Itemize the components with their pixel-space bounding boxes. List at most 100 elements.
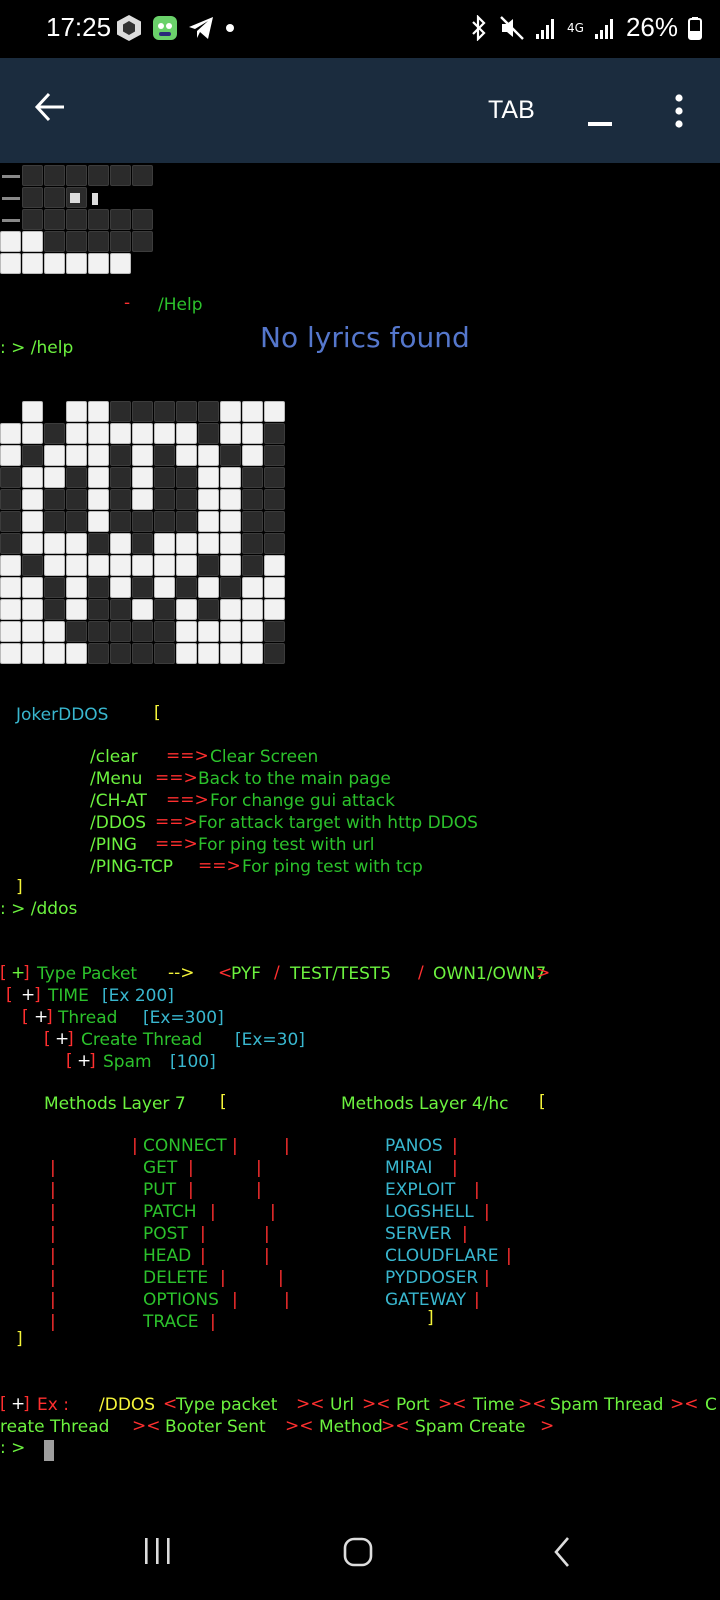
art-block: [176, 489, 197, 510]
art-block: [44, 621, 65, 642]
art-block: [132, 643, 153, 664]
art-block: [66, 445, 87, 466]
back-nav-icon[interactable]: [552, 1536, 572, 1568]
table-pipe: |: [256, 1180, 262, 1200]
method-l7-item: GET: [143, 1158, 178, 1178]
example-arg-booter-sent: Booter Sent: [165, 1417, 266, 1437]
method-l4-item: PANOS: [385, 1136, 443, 1156]
signal-icon: [536, 18, 555, 39]
method-l4-item: EXPLOIT: [385, 1180, 456, 1200]
art-block: [66, 621, 87, 642]
table-pipe: |: [452, 1158, 458, 1178]
art-block: [242, 423, 263, 444]
table-pipe: |: [474, 1290, 480, 1310]
art-block: [220, 555, 241, 576]
command-arrow: ==>: [166, 790, 209, 810]
bluetooth-icon: [472, 14, 486, 41]
art-block: [66, 401, 87, 422]
table-pipe: |: [200, 1224, 206, 1244]
art-block: [198, 511, 219, 532]
art-block: [132, 577, 153, 598]
terminal-output[interactable]: - /Help No lyrics found : > /help JokerD…: [0, 163, 720, 1508]
method-l7-item: CONNECT: [143, 1136, 227, 1156]
art-block: [132, 533, 153, 554]
table-pipe: |: [188, 1158, 194, 1178]
art-block: [88, 533, 109, 554]
command-description: For attack target with http DDOS: [198, 813, 478, 833]
minimize-button[interactable]: [588, 122, 612, 126]
navigation-bar: [0, 1508, 720, 1600]
command-description: For ping test with tcp: [242, 857, 423, 877]
art-block: [264, 489, 285, 510]
more-options-icon[interactable]: [674, 94, 684, 128]
art-block: [22, 577, 43, 598]
art-block: [242, 577, 263, 598]
table-pipe: |: [200, 1246, 206, 1266]
art-block: [132, 467, 153, 488]
text-cursor[interactable]: [44, 1440, 54, 1461]
example-arg-spam-create: Spam Create: [415, 1417, 526, 1437]
help-hint-dash: -: [124, 293, 131, 313]
art-block: [0, 533, 21, 554]
art-block: [264, 467, 285, 488]
back-arrow-icon[interactable]: [34, 92, 66, 122]
art-block: [0, 489, 21, 510]
methods-layer4-title: Methods Layer 4/hc: [341, 1094, 509, 1114]
example-arg-create-thread-b: reate Thread: [0, 1417, 110, 1437]
bracket-open-2: [: [220, 1092, 227, 1112]
type-packet-arrow: -->: [168, 963, 195, 983]
table-pipe: |: [232, 1290, 238, 1310]
dot-icon: [226, 24, 234, 32]
type-packet-opt3: OWN1/OWN7: [433, 964, 547, 984]
table-pipe: |: [270, 1202, 276, 1222]
ascii-art-logo: [0, 401, 285, 667]
telegram-icon: [189, 17, 213, 39]
art-block: [0, 511, 21, 532]
type-packet-gt: >: [536, 963, 551, 983]
art-block: [220, 511, 241, 532]
art-block: [264, 643, 285, 664]
type-packet-opt1: PYF: [231, 964, 262, 984]
art-block: [154, 599, 175, 620]
art-block: [44, 555, 65, 576]
prompt-input: : >: [0, 1438, 26, 1458]
art-block: [176, 577, 197, 598]
art-block: [154, 577, 175, 598]
art-block: [264, 533, 285, 554]
art-block: [22, 489, 43, 510]
app-bar: TAB: [0, 58, 720, 163]
art-block: [66, 643, 87, 664]
art-block: [154, 533, 175, 554]
table-pipe: |: [50, 1312, 56, 1332]
art-block: [176, 621, 197, 642]
art-block: [0, 621, 21, 642]
bracket-open-1: [: [154, 703, 161, 723]
type-packet-opt2: TEST/TEST5: [290, 964, 392, 984]
command-arrow: ==>: [198, 856, 241, 876]
thread-label: Thread: [58, 1008, 118, 1028]
art-block: [0, 445, 21, 466]
prompt-ddos: : > /ddos: [0, 899, 78, 919]
art-block: [88, 511, 109, 532]
art-block: [88, 401, 109, 422]
art-block: [132, 445, 153, 466]
method-l4-item: MIRAI: [385, 1158, 433, 1178]
table-pipe: |: [462, 1224, 468, 1244]
art-block: [22, 423, 43, 444]
art-block: [198, 621, 219, 642]
art-block: [242, 555, 263, 576]
time-label: TIME: [48, 986, 89, 1006]
art-block: [220, 599, 241, 620]
home-icon[interactable]: [342, 1536, 374, 1568]
art-block: [110, 445, 131, 466]
tool-name: JokerDDOS: [16, 705, 109, 725]
art-block: [176, 555, 197, 576]
art-block: [220, 445, 241, 466]
art-block: [154, 555, 175, 576]
art-block: [264, 599, 285, 620]
type-packet-slash2: /: [418, 963, 424, 983]
command-3: /CH-AT: [90, 791, 147, 811]
recent-apps-icon[interactable]: [142, 1536, 172, 1566]
spam-label: Spam: [103, 1052, 152, 1072]
tab-button[interactable]: TAB: [488, 96, 535, 125]
